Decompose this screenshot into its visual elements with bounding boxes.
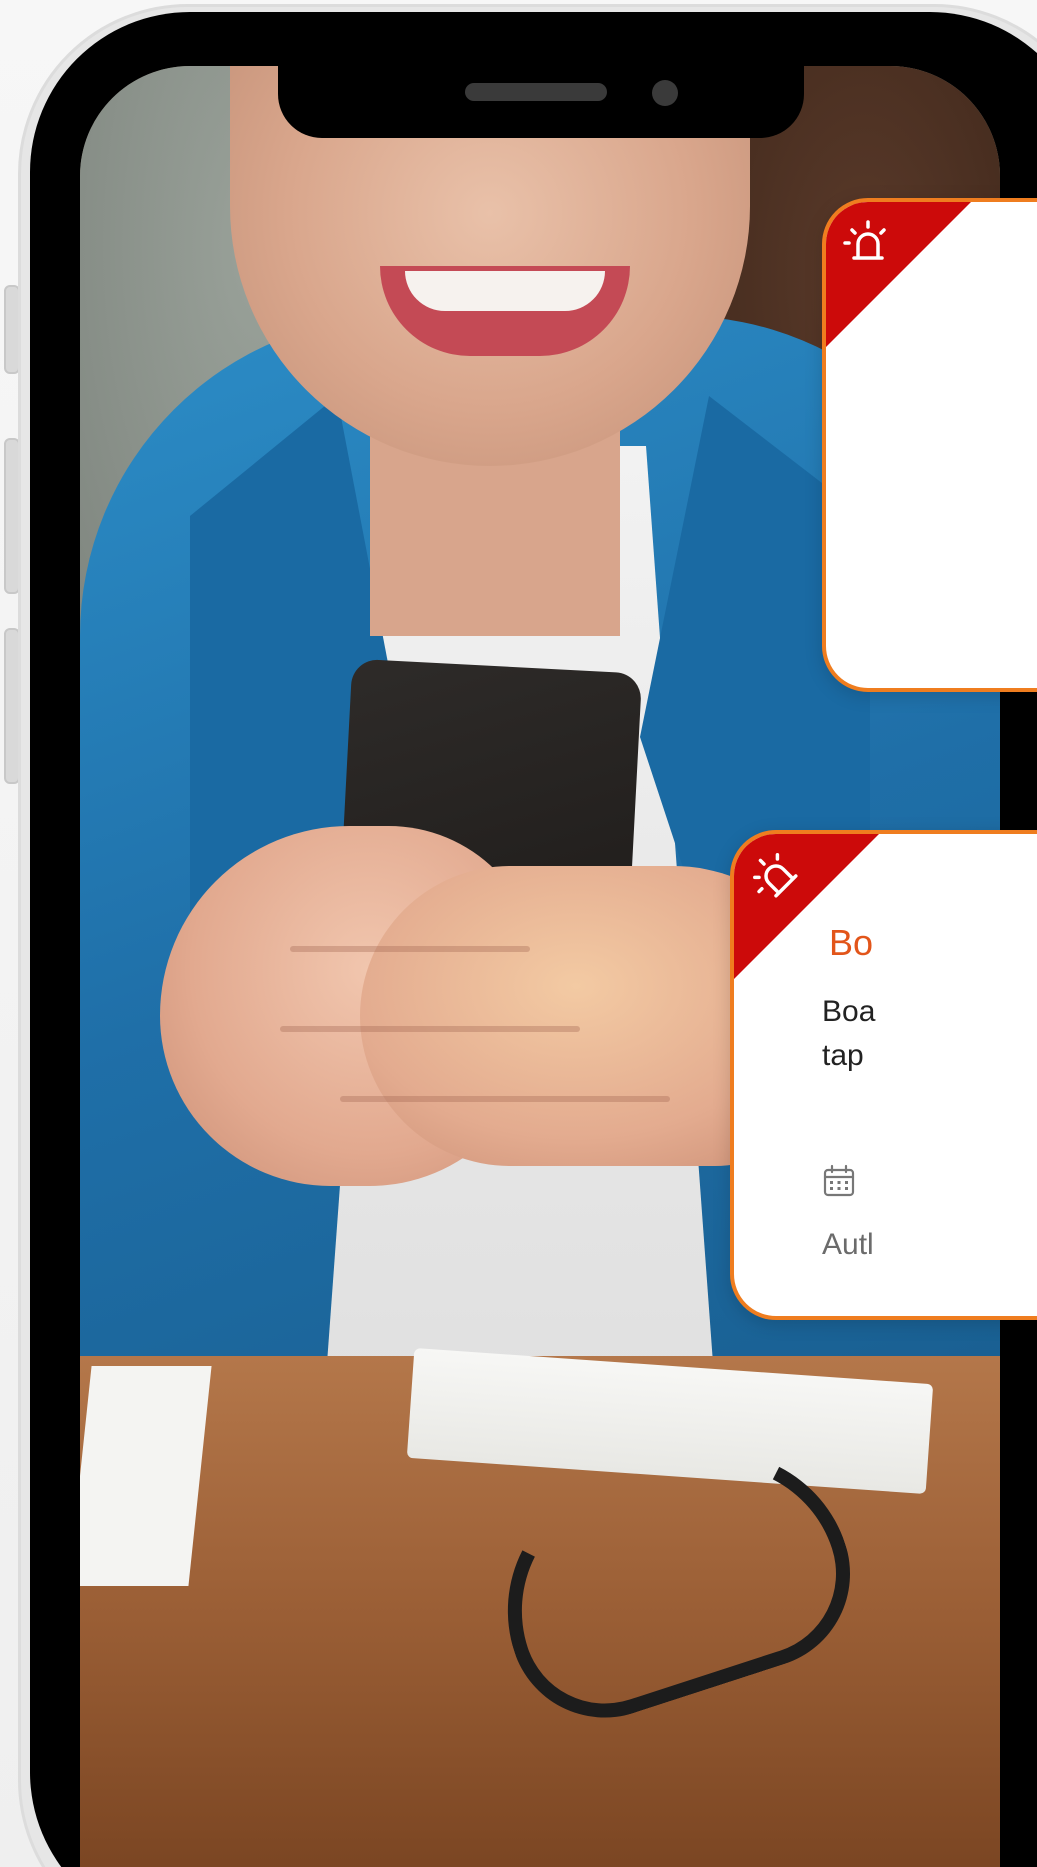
notification-card-top[interactable] [822, 198, 1037, 692]
notification-title: Bo [829, 922, 874, 963]
notification-card-bottom[interactable]: Bo Boa tap Autl [730, 830, 1037, 1320]
notification-body: Boa tap [822, 995, 876, 1072]
photo-teeth [405, 271, 605, 311]
calendar-icon [823, 1164, 855, 1197]
phone-speaker [465, 83, 607, 101]
notification-meta: Autl [822, 1228, 874, 1261]
photo-finger-line [290, 946, 530, 952]
photo-paper [80, 1366, 212, 1586]
photo-finger-line [340, 1096, 670, 1102]
phone-front-camera [652, 80, 678, 106]
marketing-stage: Bo Boa tap Autl [0, 0, 1037, 1867]
alarm-siren-icon [843, 220, 886, 260]
photo-finger-line [280, 1026, 580, 1032]
